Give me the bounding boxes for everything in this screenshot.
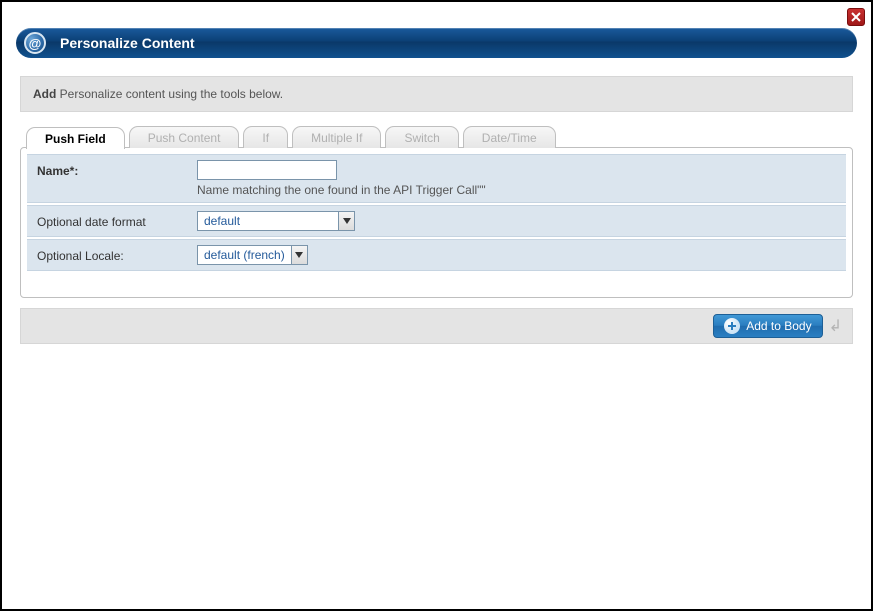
tab-panel-push-field: Name*: Name matching the one found in th… xyxy=(20,147,853,298)
action-bar: Add to Body ↲ xyxy=(20,308,853,344)
instruction-text: Personalize content using the tools belo… xyxy=(56,87,283,101)
name-hint: Name matching the one found in the API T… xyxy=(197,183,836,197)
tab-label: Multiple If xyxy=(311,131,362,145)
name-input[interactable] xyxy=(197,160,337,180)
tab-if[interactable]: If xyxy=(243,126,288,148)
dialog-title: Personalize Content xyxy=(60,35,195,51)
return-icon[interactable]: ↲ xyxy=(829,316,842,336)
tab-push-content[interactable]: Push Content xyxy=(129,126,240,148)
close-button[interactable] xyxy=(847,8,865,26)
app-icon-glyph: @ xyxy=(29,36,42,51)
instruction-bar: Add Personalize content using the tools … xyxy=(20,76,853,112)
dialog-window: @ Personalize Content Add Personalize co… xyxy=(0,0,873,611)
tab-label: Date/Time xyxy=(482,131,537,145)
label-name: Name*: xyxy=(37,160,197,178)
label-date-format: Optional date format xyxy=(37,211,197,229)
date-format-select[interactable]: default xyxy=(197,211,355,231)
row-date-format: Optional date format default xyxy=(27,205,846,237)
tabs-container: Push Field Push Content If Multiple If S… xyxy=(20,126,853,298)
dialog-header: @ Personalize Content xyxy=(16,28,857,58)
locale-select[interactable]: default (french) xyxy=(197,245,308,265)
field-locale: default (french) xyxy=(197,245,836,265)
tabs-row: Push Field Push Content If Multiple If S… xyxy=(20,126,853,148)
plus-circle-icon xyxy=(724,318,740,334)
tab-date-time[interactable]: Date/Time xyxy=(463,126,556,148)
tab-label: If xyxy=(262,131,269,145)
date-format-value: default xyxy=(198,212,338,230)
tab-label: Push Content xyxy=(148,131,221,145)
tab-multiple-if[interactable]: Multiple If xyxy=(292,126,381,148)
locale-value: default (french) xyxy=(198,246,291,264)
field-name: Name matching the one found in the API T… xyxy=(197,160,836,197)
tab-switch[interactable]: Switch xyxy=(385,126,458,148)
row-locale: Optional Locale: default (french) xyxy=(27,239,846,271)
close-icon xyxy=(851,12,861,22)
app-icon: @ xyxy=(24,32,46,54)
chevron-down-icon xyxy=(338,212,354,230)
tab-label: Push Field xyxy=(45,132,106,146)
chevron-down-icon xyxy=(291,246,307,264)
add-to-body-button[interactable]: Add to Body xyxy=(713,314,822,338)
tab-push-field[interactable]: Push Field xyxy=(26,127,125,149)
tab-label: Switch xyxy=(404,131,439,145)
row-name: Name*: Name matching the one found in th… xyxy=(27,154,846,203)
add-to-body-label: Add to Body xyxy=(746,319,811,333)
instruction-bold: Add xyxy=(33,87,56,101)
field-date-format: default xyxy=(197,211,836,231)
label-locale: Optional Locale: xyxy=(37,245,197,263)
